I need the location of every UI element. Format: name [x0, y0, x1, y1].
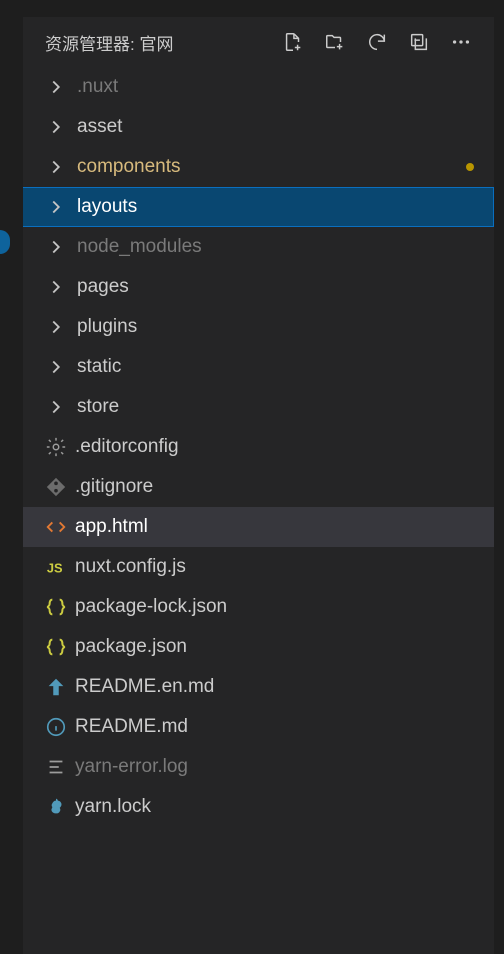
- tree-item-label: package-lock.json: [75, 596, 227, 618]
- tree-item-label: app.html: [75, 516, 148, 538]
- yarn-icon: [45, 796, 75, 818]
- tree-file-app-html[interactable]: app.html: [23, 507, 494, 547]
- tree-file-yarn-lock[interactable]: yarn.lock: [23, 787, 494, 827]
- refresh-button[interactable]: [356, 22, 398, 62]
- new-folder-button[interactable]: [314, 22, 356, 62]
- tree-file-package-lock[interactable]: package-lock.json: [23, 587, 494, 627]
- tree-file-readme-en[interactable]: README.en.md: [23, 667, 494, 707]
- file-tree[interactable]: .nuxt asset components layouts no: [23, 67, 494, 954]
- chevron-right-icon: [45, 76, 77, 98]
- log-icon: [45, 756, 75, 778]
- tree-item-label: nuxt.config.js: [75, 556, 186, 578]
- new-file-button[interactable]: [272, 22, 314, 62]
- json-icon: [45, 596, 75, 618]
- collapse-all-button[interactable]: [398, 22, 440, 62]
- tree-folder-asset[interactable]: asset: [23, 107, 494, 147]
- tree-file-package-json[interactable]: package.json: [23, 627, 494, 667]
- chevron-right-icon: [45, 156, 77, 178]
- ellipsis-icon: [450, 31, 472, 53]
- tree-folder-node-modules[interactable]: node_modules: [23, 227, 494, 267]
- markdown-icon: [45, 676, 75, 698]
- html-icon: [45, 516, 75, 538]
- collapse-all-icon: [408, 31, 430, 53]
- tree-folder-nuxt[interactable]: .nuxt: [23, 67, 494, 107]
- git-icon: [45, 476, 75, 498]
- chevron-right-icon: [45, 116, 77, 138]
- tree-item-label: pages: [77, 276, 129, 298]
- explorer-title: 资源管理器: 官网: [45, 30, 173, 55]
- modified-dot-icon: [466, 163, 474, 171]
- new-file-icon: [282, 31, 304, 53]
- tree-folder-store[interactable]: store: [23, 387, 494, 427]
- tree-file-nuxtconfig[interactable]: JS nuxt.config.js: [23, 547, 494, 587]
- tree-folder-static[interactable]: static: [23, 347, 494, 387]
- more-actions-button[interactable]: [440, 22, 482, 62]
- explorer-header: 资源管理器: 官网: [23, 17, 494, 67]
- chevron-right-icon: [45, 276, 77, 298]
- json-icon: [45, 636, 75, 658]
- left-edge-indicator: [0, 230, 10, 254]
- new-folder-icon: [324, 31, 346, 53]
- chevron-right-icon: [45, 396, 77, 418]
- tree-folder-plugins[interactable]: plugins: [23, 307, 494, 347]
- tree-file-editorconfig[interactable]: .editorconfig: [23, 427, 494, 467]
- js-icon: JS: [45, 556, 75, 578]
- tree-item-label: node_modules: [77, 236, 202, 258]
- explorer-panel: 资源管理器: 官网: [23, 17, 494, 954]
- refresh-icon: [366, 31, 388, 53]
- tree-folder-components[interactable]: components: [23, 147, 494, 187]
- chevron-right-icon: [45, 196, 77, 218]
- tree-item-label: static: [77, 356, 121, 378]
- tree-item-label: package.json: [75, 636, 187, 658]
- tree-item-label: layouts: [77, 196, 137, 218]
- tree-item-label: .editorconfig: [75, 436, 179, 458]
- tree-file-yarn-error[interactable]: yarn-error.log: [23, 747, 494, 787]
- tree-item-label: yarn.lock: [75, 796, 151, 818]
- tree-item-label: plugins: [77, 316, 137, 338]
- header-actions: [272, 22, 482, 62]
- chevron-right-icon: [45, 356, 77, 378]
- tree-item-label: .gitignore: [75, 476, 153, 498]
- tree-folder-layouts[interactable]: layouts: [23, 187, 494, 227]
- info-icon: [45, 716, 75, 738]
- gear-icon: [45, 436, 75, 458]
- tree-item-label: README.en.md: [75, 676, 214, 698]
- tree-item-label: .nuxt: [77, 76, 118, 98]
- tree-item-label: README.md: [75, 716, 188, 738]
- tree-item-label: store: [77, 396, 119, 418]
- tree-item-label: yarn-error.log: [75, 756, 188, 778]
- tree-item-label: components: [77, 156, 181, 178]
- svg-text:JS: JS: [47, 561, 63, 576]
- chevron-right-icon: [45, 236, 77, 258]
- tree-folder-pages[interactable]: pages: [23, 267, 494, 307]
- tree-file-gitignore[interactable]: .gitignore: [23, 467, 494, 507]
- chevron-right-icon: [45, 316, 77, 338]
- tree-file-readme[interactable]: README.md: [23, 707, 494, 747]
- tree-item-label: asset: [77, 116, 122, 138]
